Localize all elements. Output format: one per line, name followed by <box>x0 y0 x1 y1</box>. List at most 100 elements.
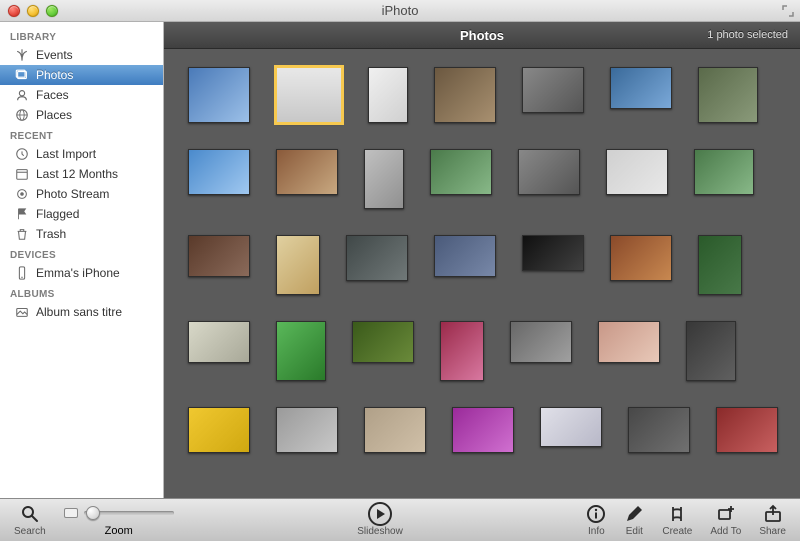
add-to-button[interactable]: Add To <box>710 504 741 537</box>
photo-thumbnail[interactable] <box>276 235 320 295</box>
toolbar-label: Slideshow <box>357 526 403 537</box>
edit-button[interactable]: Edit <box>624 504 644 537</box>
photo-grid-panel: Photos 1 photo selected <box>164 22 800 498</box>
sidebar-item-label: Places <box>36 108 72 122</box>
window-titlebar: iPhoto <box>0 0 800 22</box>
section-header-devices: DEVICES <box>0 244 163 263</box>
close-window-button[interactable] <box>8 5 20 17</box>
photo-thumbnail[interactable] <box>598 321 660 363</box>
zoom-window-button[interactable] <box>46 5 58 17</box>
photo-thumbnail[interactable] <box>606 149 668 195</box>
pencil-icon <box>624 504 644 524</box>
create-icon <box>667 504 687 524</box>
window-title: iPhoto <box>0 3 800 18</box>
photo-thumbnail[interactable] <box>694 149 754 195</box>
share-button[interactable]: Share <box>759 504 786 537</box>
photo-thumbnail[interactable] <box>430 149 492 195</box>
trash-icon <box>14 226 30 242</box>
toolbar-label: Add To <box>710 526 741 537</box>
sidebar-item-label: Last 12 Months <box>36 167 118 181</box>
sidebar-item-photo-stream[interactable]: Photo Stream <box>0 184 163 204</box>
sidebar-item-label: Faces <box>36 88 69 102</box>
face-icon <box>14 87 30 103</box>
sidebar-item-label: Album sans titre <box>36 305 122 319</box>
slideshow-button[interactable]: Slideshow <box>357 504 403 537</box>
photo-thumbnail[interactable] <box>188 321 250 363</box>
sidebar-item-label: Last Import <box>36 147 96 161</box>
photo-thumbnail[interactable] <box>540 407 602 447</box>
create-button[interactable]: Create <box>662 504 692 537</box>
photo-thumbnail[interactable] <box>276 407 338 453</box>
stream-icon <box>14 186 30 202</box>
sidebar-item-album[interactable]: Album sans titre <box>0 302 163 322</box>
photo-thumbnail[interactable] <box>188 407 250 453</box>
photo-thumbnail[interactable] <box>716 407 778 453</box>
photo-thumbnail[interactable] <box>610 235 672 281</box>
sidebar-item-label: Photos <box>36 68 73 82</box>
zoom-slider-knob[interactable] <box>86 506 100 520</box>
flag-icon <box>14 206 30 222</box>
photo-thumbnail[interactable] <box>522 67 584 113</box>
section-header-library: LIBRARY <box>0 26 163 45</box>
photo-thumbnail[interactable] <box>364 149 404 209</box>
sidebar-item-flagged[interactable]: Flagged <box>0 204 163 224</box>
zoom-slider[interactable] <box>84 511 174 515</box>
photo-thumbnail[interactable] <box>522 235 584 271</box>
photo-thumbnail[interactable] <box>368 67 408 123</box>
sidebar-item-events[interactable]: Events <box>0 45 163 65</box>
photo-thumbnail[interactable] <box>188 67 250 123</box>
photo-thumbnail[interactable] <box>510 321 572 363</box>
info-icon <box>586 504 606 524</box>
photo-thumbnail[interactable] <box>276 67 342 123</box>
clock-icon <box>14 146 30 162</box>
sidebar-item-label: Emma's iPhone <box>36 266 120 280</box>
section-header-recent: RECENT <box>0 125 163 144</box>
zoom-control: Zoom <box>64 503 174 537</box>
sidebar-item-photos[interactable]: Photos <box>0 65 163 85</box>
photo-thumbnail[interactable] <box>352 321 414 363</box>
sidebar-item-places[interactable]: Places <box>0 105 163 125</box>
search-button[interactable]: Search <box>14 504 46 537</box>
sidebar-item-last-12-months[interactable]: Last 12 Months <box>0 164 163 184</box>
minimize-window-button[interactable] <box>27 5 39 17</box>
album-icon <box>14 304 30 320</box>
photo-thumbnail[interactable] <box>518 149 580 195</box>
content-title: Photos <box>460 28 504 43</box>
photo-thumbnail[interactable] <box>440 321 484 381</box>
sidebar-item-label: Events <box>36 48 73 62</box>
photos-icon <box>14 67 30 83</box>
thumbnail-grid[interactable] <box>164 49 800 498</box>
sidebar-item-device-iphone[interactable]: Emma's iPhone <box>0 263 163 283</box>
toolbar-label: Edit <box>626 526 643 537</box>
source-list-sidebar: LIBRARY Events Photos Faces Places RECEN… <box>0 22 164 498</box>
globe-icon <box>14 107 30 123</box>
photo-thumbnail[interactable] <box>628 407 690 453</box>
photo-thumbnail[interactable] <box>452 407 514 453</box>
sidebar-item-trash[interactable]: Trash <box>0 224 163 244</box>
photo-thumbnail[interactable] <box>434 235 496 277</box>
photo-thumbnail[interactable] <box>276 321 326 381</box>
photo-thumbnail[interactable] <box>188 149 250 195</box>
sidebar-item-label: Flagged <box>36 207 79 221</box>
palm-icon <box>14 47 30 63</box>
info-button[interactable]: Info <box>586 504 606 537</box>
photo-thumbnail[interactable] <box>188 235 250 277</box>
photo-thumbnail[interactable] <box>698 67 758 123</box>
content-header: Photos 1 photo selected <box>164 22 800 49</box>
photo-thumbnail[interactable] <box>346 235 408 281</box>
photo-thumbnail[interactable] <box>276 149 338 195</box>
photo-thumbnail[interactable] <box>434 67 496 123</box>
toolbar-label: Zoom <box>105 525 133 537</box>
zoom-small-icon[interactable] <box>64 508 78 518</box>
sidebar-item-faces[interactable]: Faces <box>0 85 163 105</box>
iphone-icon <box>14 265 30 281</box>
photo-thumbnail[interactable] <box>364 407 426 453</box>
fullscreen-button[interactable] <box>782 5 794 17</box>
photo-thumbnail[interactable] <box>698 235 742 295</box>
photo-thumbnail[interactable] <box>686 321 736 381</box>
toolbar-label: Info <box>588 526 605 537</box>
selection-status: 1 photo selected <box>707 29 788 41</box>
photo-thumbnail[interactable] <box>610 67 672 109</box>
bottom-toolbar: Search Zoom Slideshow Info Edit Create A… <box>0 498 800 541</box>
sidebar-item-last-import[interactable]: Last Import <box>0 144 163 164</box>
